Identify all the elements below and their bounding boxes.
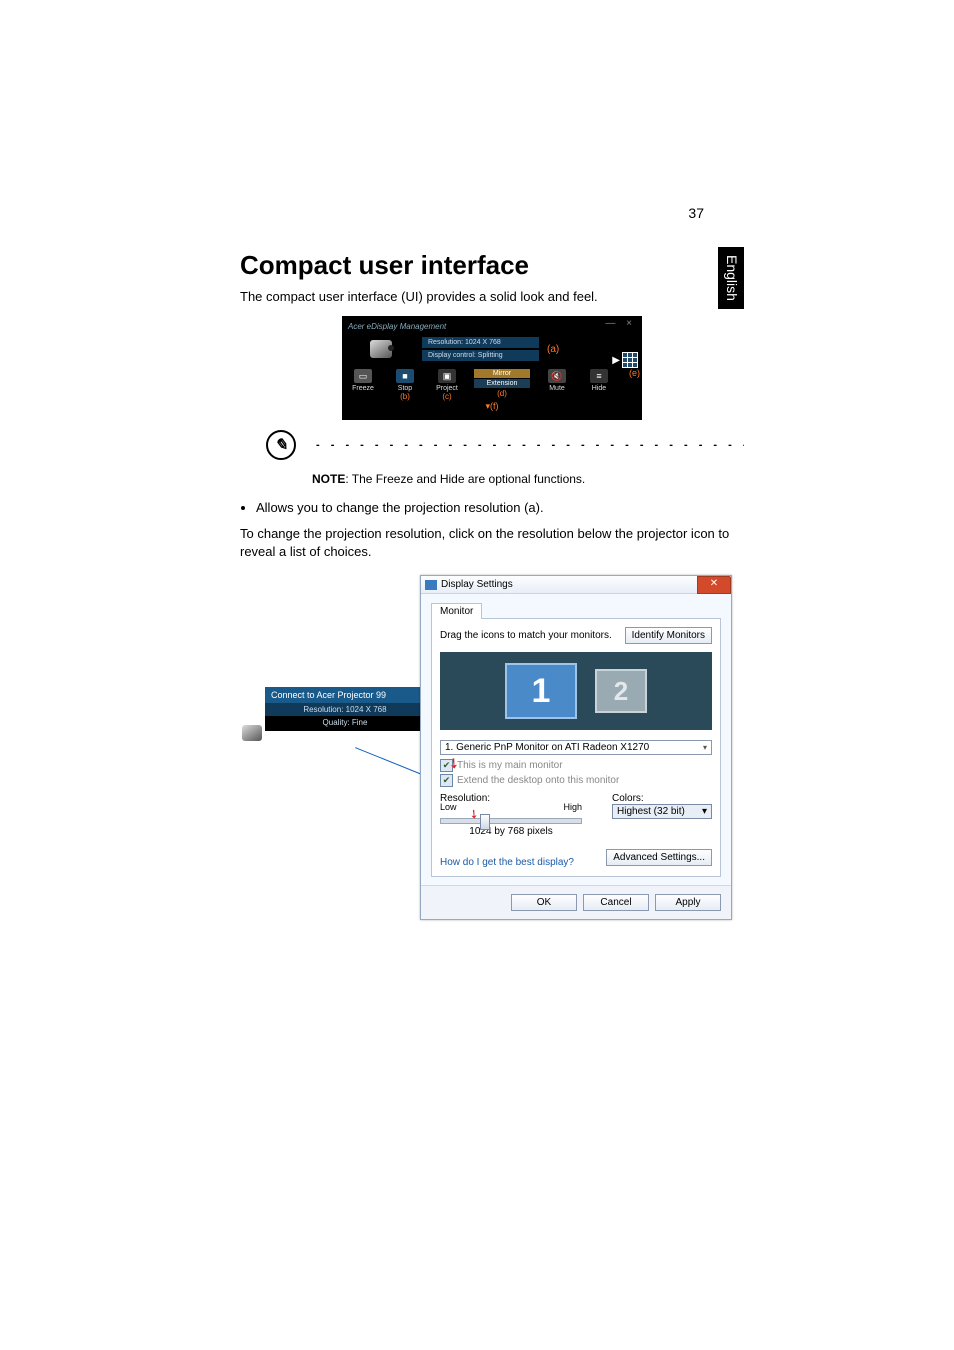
page-number: 37 bbox=[688, 205, 704, 221]
extend-desktop-label: Extend the desktop onto this monitor bbox=[457, 775, 619, 786]
resolution-box[interactable]: Resolution: 1024 X 768 bbox=[422, 337, 539, 348]
display-settings-window: Display Settings ✕ Monitor Drag the icon… bbox=[420, 575, 732, 920]
mirror-button[interactable]: Mirror bbox=[474, 369, 530, 378]
annotation-a: (a) bbox=[547, 344, 559, 355]
connect-title: Connect to Acer Projector 99 bbox=[265, 687, 425, 703]
note-body: : The Freeze and Hide are optional funct… bbox=[345, 472, 585, 486]
colors-label: Colors: bbox=[612, 793, 712, 804]
drag-instruction: Drag the icons to match your monitors. bbox=[440, 630, 612, 641]
monitor-select-value: 1. Generic PnP Monitor on ATI Radeon X12… bbox=[445, 742, 649, 753]
hide-button[interactable]: ≡ Hide bbox=[584, 369, 614, 392]
section-title: Compact user interface bbox=[240, 250, 744, 281]
resolution-value: 1024 by 768 pixels bbox=[440, 826, 582, 837]
display-control-box[interactable]: Display control: Splitting bbox=[422, 350, 539, 361]
window-title: Display Settings bbox=[441, 579, 513, 590]
mute-label: Mute bbox=[549, 385, 565, 392]
bullet-item-1: Allows you to change the projection reso… bbox=[256, 500, 744, 515]
slider-high-label: High bbox=[563, 802, 582, 812]
monitor-2[interactable]: 2 bbox=[595, 669, 647, 713]
body-change-resolution: To change the projection resolution, cli… bbox=[240, 525, 744, 561]
colors-select[interactable]: Highest (32 bit) ▾ bbox=[612, 804, 712, 819]
slider-low-label: Low bbox=[440, 802, 457, 812]
language-tab: English bbox=[718, 247, 744, 309]
connect-resolution[interactable]: Resolution: 1024 X 768 bbox=[265, 703, 425, 716]
window-min-close[interactable]: — × bbox=[605, 318, 636, 329]
connect-box: Connect to Acer Projector 99 Resolution:… bbox=[265, 687, 425, 731]
expand-arrow-icon[interactable]: ▶ bbox=[612, 355, 620, 366]
stop-label: Stop bbox=[398, 385, 412, 392]
projector-icon bbox=[370, 340, 392, 358]
hide-label: Hide bbox=[592, 385, 606, 392]
advanced-settings-button[interactable]: Advanced Settings... bbox=[606, 849, 712, 866]
monitor-tab[interactable]: Monitor bbox=[431, 603, 482, 619]
annotation-f: ▾(f) bbox=[342, 401, 642, 412]
freeze-button[interactable]: ▭ Freeze bbox=[348, 369, 378, 392]
stop-button[interactable]: ■ Stop (b) bbox=[390, 369, 420, 401]
ok-button[interactable]: OK bbox=[511, 894, 577, 911]
connect-quality: Quality: Fine bbox=[265, 716, 425, 731]
resolution-slider[interactable]: ➘ bbox=[440, 818, 582, 824]
monitor-select[interactable]: 1. Generic PnP Monitor on ATI Radeon X12… bbox=[440, 740, 712, 755]
close-button[interactable]: ✕ bbox=[697, 576, 731, 594]
note-icon: ✎ bbox=[266, 430, 296, 460]
split-grid-icon[interactable] bbox=[622, 352, 638, 368]
apply-button[interactable]: Apply bbox=[655, 894, 721, 911]
annotation-e: (e) bbox=[629, 368, 640, 378]
freeze-label: Freeze bbox=[352, 385, 374, 392]
compact-ui-figure: Acer eDisplay Management — × Resolution:… bbox=[342, 316, 642, 420]
help-link[interactable]: How do I get the best display? bbox=[440, 857, 574, 868]
main-monitor-label: This is my main monitor bbox=[457, 760, 563, 771]
annotation-b: (b) bbox=[400, 392, 410, 401]
monitor-1[interactable]: 1 bbox=[505, 663, 577, 719]
mute-button[interactable]: 🔇 Mute bbox=[542, 369, 572, 392]
cancel-button[interactable]: Cancel bbox=[583, 894, 649, 911]
window-app-icon bbox=[425, 580, 437, 590]
callout-line bbox=[355, 747, 421, 775]
projector-small-icon bbox=[242, 725, 262, 741]
compact-window-title: Acer eDisplay Management bbox=[342, 320, 642, 335]
extension-button[interactable]: Extension bbox=[474, 379, 530, 388]
chevron-down-icon: ▾ bbox=[703, 743, 707, 752]
note-label: NOTE bbox=[312, 472, 345, 486]
monitor-arrangement-area[interactable]: 1 2 bbox=[440, 652, 712, 730]
extend-desktop-checkbox: ✔ bbox=[440, 774, 453, 787]
project-label: Project bbox=[436, 385, 458, 392]
note-divider: - - - - - - - - - - - - - - - - - - - - … bbox=[316, 439, 744, 451]
chevron-down-icon: ▾ bbox=[702, 806, 707, 817]
annotation-c: (c) bbox=[442, 392, 451, 401]
section-intro: The compact user interface (UI) provides… bbox=[240, 289, 744, 304]
identify-monitors-button[interactable]: Identify Monitors bbox=[625, 627, 712, 644]
project-button[interactable]: ▣ Project (c) bbox=[432, 369, 462, 401]
note-text: NOTE: The Freeze and Hide are optional f… bbox=[312, 472, 744, 486]
colors-value: Highest (32 bit) bbox=[617, 806, 685, 817]
annotation-d: (d) bbox=[474, 389, 530, 398]
slider-thumb[interactable] bbox=[480, 814, 490, 830]
